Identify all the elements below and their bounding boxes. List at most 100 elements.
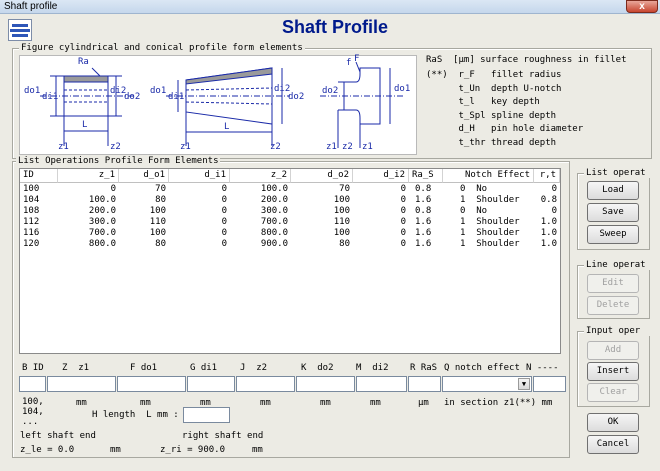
cell-id: 120 [23,239,40,249]
id-input[interactable]: 1 [19,376,46,392]
cell-notch-effect: 0 No [460,206,488,216]
chevron-down-icon[interactable]: ▼ [518,378,530,390]
label-cyl-di1: di1 [42,92,59,102]
cell-do2: 80 [339,239,350,249]
column-header-notch-effect[interactable]: Notch Effect [443,169,534,183]
legend-item: t_Spl spline depth [426,110,557,121]
cell-do1: 100 [149,206,166,216]
sweep-button[interactable]: Sweep [587,225,639,244]
cell-do2: 70 [339,184,350,194]
legend-item: t_Un depth U-notch [426,83,562,94]
column-header-z2[interactable]: z_2 [230,169,291,183]
cell-ras: 0.8 [415,206,432,216]
table-row[interactable]: 100 0 70 0 100.0 70 0 0.8 0 No 0 [20,184,560,195]
ras-input[interactable] [408,376,441,392]
h-length-input[interactable] [183,407,230,423]
cell-z2: 800.0 [260,228,288,238]
column-header-do2[interactable]: d_o2 [291,169,353,183]
unit-di2: mm [370,398,381,408]
edit-button[interactable]: Edit [587,274,639,293]
column-header-z1[interactable]: z_1 [58,169,119,183]
label-con-L: L [224,122,230,132]
cell-ras: 1.6 [415,217,432,227]
cell-do1: 80 [155,195,166,205]
delete-button[interactable]: Delete [587,296,639,315]
label-fillet-z1b: z1 [362,142,373,152]
cell-z1: 300.0 [88,217,116,227]
cell-z1: 700.0 [88,228,116,238]
cell-id: 108 [23,206,40,216]
z2-input[interactable] [236,376,295,392]
label-con-di1: di1 [168,92,185,102]
line-operations-title: Line operat [584,260,654,270]
cell-do2: 100 [333,228,350,238]
left-shaft-end-label: left shaft end [20,431,96,441]
n-input[interactable] [533,376,566,392]
cell-ras: 1.6 [415,195,432,205]
column-header-rt[interactable]: r,t [534,169,560,183]
label-ra: Ra [78,57,89,67]
cell-id: 112 [23,217,40,227]
legend-header: RaS [µm] surface roughness in fillet [426,55,627,65]
ok-button[interactable]: OK [587,413,639,432]
column-header-ras[interactable]: Ra_S [409,169,443,183]
label-input-do2: K do2 [301,363,334,373]
cell-di1: 0 [221,217,227,227]
do1-input[interactable] [117,376,186,392]
label-con-do2: do2 [288,92,305,102]
save-button[interactable]: Save [587,203,639,222]
cell-z2: 200.0 [260,195,288,205]
label-fillet-z2: z2 [342,142,353,152]
cell-di2: 0 [400,206,406,216]
cell-do2: 100 [333,195,350,205]
table-row[interactable]: 108 200.0 100 0 300.0 100 0 0.8 0 No 0 [20,206,560,217]
cell-di1: 0 [221,228,227,238]
input-operations-title: Input oper [584,326,654,336]
column-header-di2[interactable]: d_i2 [353,169,409,183]
z-ri-unit: mm [252,445,263,455]
label-input-do1: F do1 [130,363,158,373]
cell-ras: 1.6 [415,228,432,238]
insert-button[interactable]: Insert [587,362,639,381]
label-input-notch-effect: Q notch effect [444,363,520,373]
load-button[interactable]: Load [587,181,639,200]
column-header-do1[interactable]: d_o1 [119,169,169,183]
notch-effect-select[interactable]: ▼ [442,376,532,392]
z1-input[interactable] [47,376,116,392]
label-input-n: N ---- [526,363,559,373]
di2-input[interactable] [356,376,407,392]
add-button[interactable]: Add [587,341,639,360]
di1-input[interactable] [187,376,235,392]
cell-ras: 0.8 [415,184,432,194]
column-header-id[interactable]: ID [20,169,58,183]
app-logo-icon [8,19,32,41]
table-row[interactable]: 120 800.0 80 0 900.0 80 0 1.6 1 Shoulder… [20,239,560,250]
cell-di2: 0 [400,217,406,227]
cell-notch-effect: 1 Shoulder [460,239,520,249]
label-fillet-do1: do1 [394,84,411,94]
column-header-di1[interactable]: d_i1 [169,169,230,183]
cancel-button[interactable]: Cancel [587,435,639,454]
z-le-value: z_le = 0.0 [20,445,75,455]
profile-figure: Ra do1 di1 di2 do2 L z1 z2 do1 di1 di2 d… [19,54,417,155]
label-input-id: B ID [22,363,44,373]
do2-input[interactable] [296,376,355,392]
cell-rt: 0 [551,206,557,216]
clear-button[interactable]: Clear [587,383,639,402]
legend-item: t_thr thread depth [426,137,557,148]
label-input-z1: Z z1 [62,363,90,373]
cell-id: 104 [23,195,40,205]
table-row[interactable]: 104 100.0 80 0 200.0 100 0 1.6 1 Shoulde… [20,195,560,206]
label-fillet-z1a: z1 [326,142,337,152]
label-con-z2: z2 [270,142,281,152]
cell-z2: 100.0 [260,184,288,194]
table-row[interactable]: 112 300.0 110 0 700.0 110 0 1.6 1 Should… [20,217,560,228]
profile-table[interactable]: ID z_1 d_o1 d_i1 z_2 d_o2 d_i2 Ra_S Notc… [19,168,561,354]
cell-z1: 200.0 [88,206,116,216]
page-title: Shaft Profile [281,17,388,37]
table-row[interactable]: 116 700.0 100 0 800.0 100 0 1.6 1 Should… [20,228,560,239]
legend-item: (**) r_F fillet radius [426,70,562,80]
unit-ras: µm [418,398,429,408]
unit-z2: mm [260,398,271,408]
close-button[interactable]: x [626,0,658,13]
